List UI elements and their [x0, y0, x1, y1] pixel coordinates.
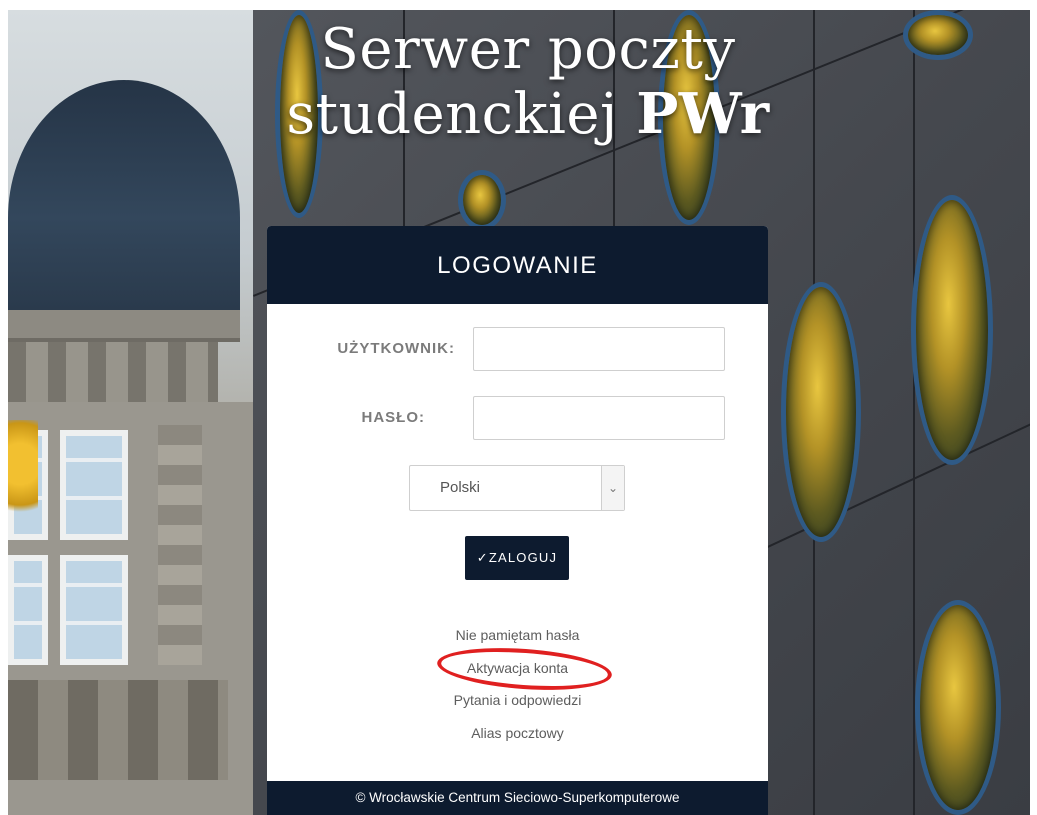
porthole-window	[458, 170, 506, 230]
mail-alias-link[interactable]: Alias pocztowy	[267, 721, 768, 754]
login-card-heading: LOGOWANIE	[267, 226, 768, 304]
chevron-down-icon: ⌄	[601, 466, 624, 510]
building-frieze	[8, 342, 218, 402]
porthole-window	[903, 10, 973, 60]
username-input[interactable]	[473, 327, 725, 371]
password-label: HASŁO:	[361, 409, 425, 426]
background-old-building	[8, 10, 253, 815]
check-icon: ✓	[476, 550, 489, 565]
building-roof	[8, 80, 240, 310]
page-title-line2-regular: studenckiej	[286, 82, 637, 147]
porthole-window	[911, 195, 993, 465]
porthole-window	[915, 600, 1001, 815]
faq-link[interactable]: Pytania i odpowiedzi	[267, 688, 768, 721]
language-select[interactable]: Polski ⌄	[409, 465, 625, 511]
login-card: LOGOWANIE UŻYTKOWNIK: HASŁO: Polski ⌄ ✓Z…	[267, 226, 768, 815]
page-title-brand: PWr	[636, 81, 770, 147]
building-window	[8, 555, 48, 665]
page-title-line2: studenckiej PWr	[268, 82, 788, 147]
language-select-value: Polski	[440, 479, 481, 496]
porthole-window	[781, 282, 861, 542]
forgot-password-link[interactable]: Nie pamiętam hasła	[267, 623, 768, 656]
building-ornament-pillar	[158, 425, 202, 665]
page-title: Serwer poczty studenckiej PWr	[268, 18, 788, 147]
page-title-line1: Serwer poczty	[320, 17, 736, 82]
password-row: HASŁO:	[267, 396, 768, 440]
building-window	[60, 430, 128, 540]
help-links: Nie pamiętam hasła Aktywacja konta Pytan…	[267, 623, 768, 753]
building-window	[60, 555, 128, 665]
autumn-leaves	[8, 420, 38, 530]
account-activation-link[interactable]: Aktywacja konta	[267, 656, 768, 689]
username-row: UŻYTKOWNIK:	[267, 327, 768, 371]
login-card-footer: © Wrocławskie Centrum Sieciowo-Superkomp…	[267, 781, 768, 815]
password-input[interactable]	[473, 396, 725, 440]
page-background: Serwer poczty studenckiej PWr LOGOWANIE …	[8, 10, 1030, 815]
username-label: UŻYTKOWNIK:	[337, 340, 455, 357]
building-cornice	[8, 310, 240, 342]
login-button-label: ZALOGUJ	[488, 550, 558, 565]
building-base-reliefs	[8, 680, 228, 780]
login-button[interactable]: ✓ZALOGUJ	[465, 536, 569, 580]
